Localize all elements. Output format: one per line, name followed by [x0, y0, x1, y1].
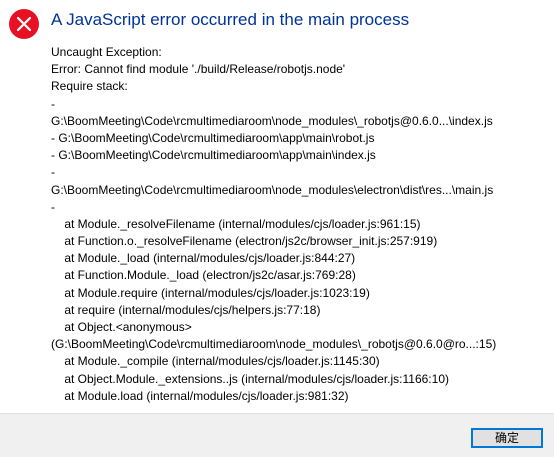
dialog-footer: 确定 — [0, 413, 554, 457]
dialog-title: A JavaScript error occurred in the main … — [51, 10, 410, 29]
message-line: Error: Cannot find module './build/Relea… — [51, 62, 346, 77]
message-line: at Function.Module._load (electron/js2c/… — [51, 268, 356, 283]
message-line: - G:\BoomMeeting\Code\rcmultimediaroom\a… — [51, 148, 376, 163]
message-line: at Module._load (internal/modules/cjs/lo… — [51, 251, 356, 266]
message-line: (G:\BoomMeeting\Code\rcmultimediaroom\no… — [51, 337, 497, 352]
message-line: Require stack: — [51, 79, 128, 94]
ok-button[interactable]: 确定 — [471, 428, 543, 448]
message-line: at Module.require (internal/modules/cjs/… — [51, 285, 370, 300]
error-icon — [9, 9, 39, 39]
dialog-content: A JavaScript error occurred in the main … — [0, 0, 554, 413]
message-line: at Module._resolveFilename (internal/mod… — [51, 216, 421, 231]
message-line: at Module._compile (internal/modules/cjs… — [51, 354, 380, 369]
message-line: - — [51, 199, 55, 214]
message-line: Uncaught Exception: — [51, 45, 162, 59]
error-dialog: A JavaScript error occurred in the main … — [0, 0, 554, 457]
message-line: - — [51, 96, 55, 111]
message-line: at Module.load (internal/modules/cjs/loa… — [51, 388, 349, 403]
message-line: at Object.<anonymous> — [51, 320, 192, 334]
message-line: G:\BoomMeeting\Code\rcmultimediaroom\nod… — [51, 182, 494, 197]
error-message: Uncaught Exception: Error: Cannot find mo… — [51, 44, 551, 405]
close-cross-glyph — [17, 17, 31, 31]
message-line: at require (internal/modules/cjs/helpers… — [51, 302, 321, 317]
message-line: - G:\BoomMeeting\Code\rcmultimediaroom\a… — [51, 130, 375, 145]
message-line: - — [51, 165, 55, 180]
message-line: at Function.o._resolveFilename (electron… — [51, 234, 438, 249]
message-line: at Object.Module._extensions..js (intern… — [51, 371, 449, 386]
message-line: G:\BoomMeeting\Code\rcmultimediaroom\nod… — [51, 113, 493, 128]
